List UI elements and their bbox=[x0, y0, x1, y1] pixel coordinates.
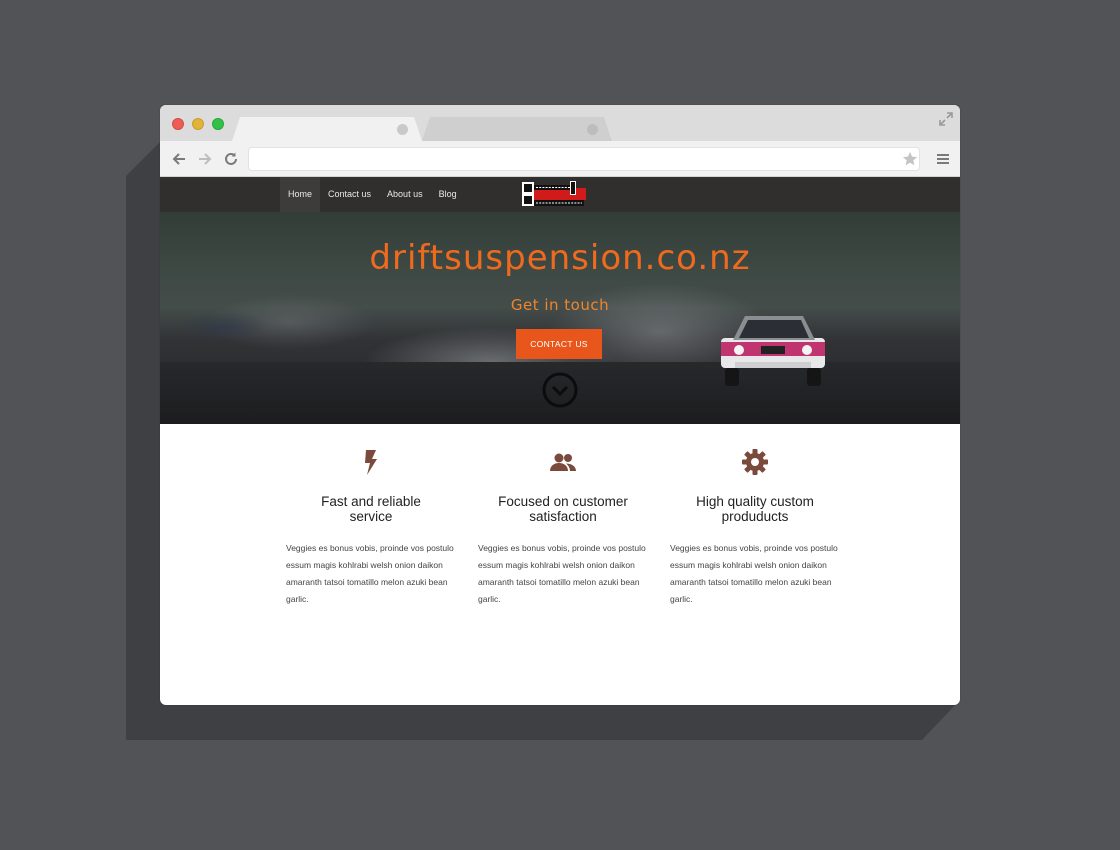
feature-description: Veggies es bonus vobis, proinde vos post… bbox=[670, 543, 838, 604]
scroll-down-chevron-icon[interactable] bbox=[542, 372, 578, 408]
feature-title: Focused on customer satisfaction bbox=[498, 494, 628, 524]
nav-contact-us[interactable]: Contact us bbox=[320, 177, 379, 212]
background-car-image bbox=[180, 312, 270, 342]
nav-about-us[interactable]: About us bbox=[379, 177, 431, 212]
fullscreen-icon[interactable] bbox=[938, 111, 954, 127]
contact-us-button[interactable]: CONTACT US bbox=[516, 329, 602, 359]
back-button[interactable] bbox=[168, 148, 190, 170]
maximize-window-button[interactable] bbox=[212, 118, 224, 130]
hero-title: driftsuspension.co.nz bbox=[369, 238, 751, 278]
hero-section: driftsuspension.co.nz Get in touch CONTA… bbox=[160, 212, 960, 424]
reload-icon bbox=[225, 152, 237, 165]
tab-close-icon[interactable] bbox=[397, 124, 408, 135]
hero-subtitle: Get in touch bbox=[510, 296, 610, 314]
minimize-window-button[interactable] bbox=[192, 118, 204, 130]
browser-window: Home Contact us About us Blog driftsuspe… bbox=[160, 105, 960, 705]
lightning-icon bbox=[365, 450, 377, 475]
tab-close-icon[interactable] bbox=[587, 124, 598, 135]
window-controls bbox=[172, 118, 224, 130]
feature-card: High quality custom produducts Veggies e… bbox=[670, 424, 840, 608]
feature-card: Fast and reliable service Veggies es bon… bbox=[286, 424, 456, 608]
browser-toolbar bbox=[160, 141, 960, 177]
nav-home[interactable]: Home bbox=[280, 177, 321, 212]
forward-button[interactable] bbox=[194, 148, 216, 170]
browser-tab-inactive[interactable] bbox=[422, 117, 612, 141]
site-navbar: Home Contact us About us Blog bbox=[160, 177, 960, 212]
gear-icon bbox=[742, 449, 768, 475]
nav-blog[interactable]: Blog bbox=[431, 177, 465, 212]
feature-description: Veggies es bonus vobis, proinde vos post… bbox=[286, 543, 454, 604]
drift-suspension-logo[interactable] bbox=[520, 179, 588, 209]
drift-car-image bbox=[721, 316, 825, 386]
address-bar[interactable] bbox=[248, 147, 920, 171]
hamburger-menu-icon[interactable] bbox=[936, 152, 950, 166]
arrow-right-icon bbox=[199, 152, 212, 165]
browser-tab-active[interactable] bbox=[232, 117, 422, 141]
tab-bar bbox=[160, 105, 960, 141]
site-nav-links: Home Contact us About us Blog bbox=[280, 177, 465, 212]
feature-title: Fast and reliable service bbox=[321, 494, 421, 524]
users-icon bbox=[550, 453, 576, 471]
feature-description: Veggies es bonus vobis, proinde vos post… bbox=[478, 543, 646, 604]
reload-button[interactable] bbox=[220, 148, 242, 170]
feature-title: High quality custom produducts bbox=[696, 494, 814, 524]
feature-card: Focused on customer satisfaction Veggies… bbox=[478, 424, 648, 608]
bookmark-star-icon[interactable] bbox=[902, 151, 918, 167]
close-window-button[interactable] bbox=[172, 118, 184, 130]
arrow-left-icon bbox=[172, 152, 185, 165]
